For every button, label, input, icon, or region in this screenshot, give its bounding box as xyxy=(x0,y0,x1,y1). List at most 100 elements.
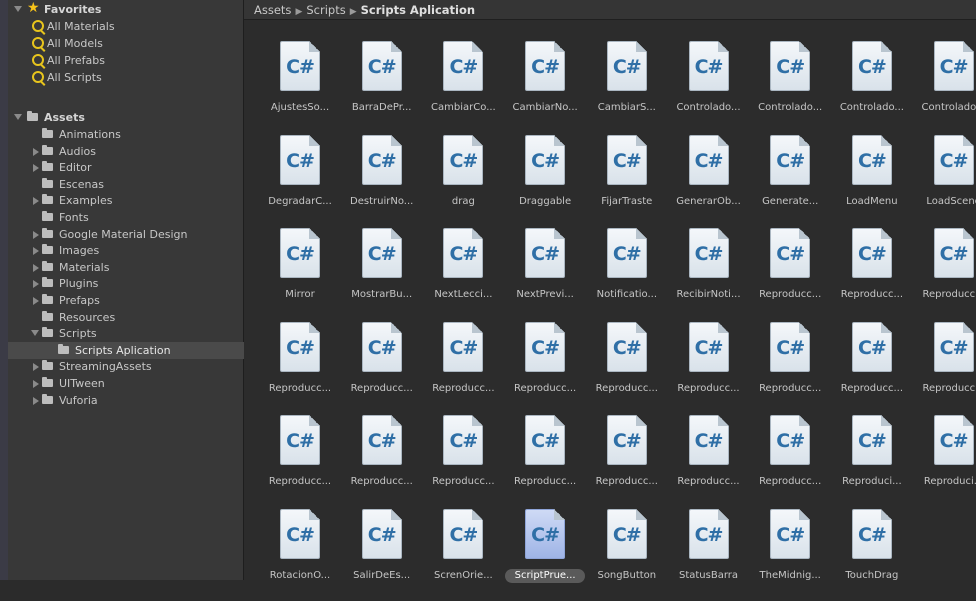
asset-item[interactable]: C# Reproducc... xyxy=(913,321,976,414)
asset-item[interactable]: C# Reproducc... xyxy=(586,321,668,414)
asset-item[interactable]: C# Reproduci... xyxy=(913,415,976,507)
breadcrumb-item-assets[interactable]: Assets xyxy=(254,3,291,17)
asset-item[interactable]: C# Reproducc... xyxy=(422,321,504,414)
asset-item[interactable]: C# TouchDrag xyxy=(831,508,913,601)
asset-item[interactable]: C# AjustesSo... xyxy=(259,41,341,133)
asset-item[interactable]: C# DestruirNo... xyxy=(341,134,423,227)
asset-item[interactable]: C# Reproducc... xyxy=(341,321,423,414)
asset-item[interactable]: C# CambiarNo... xyxy=(504,41,586,133)
asset-item[interactable]: C# Reproducc... xyxy=(504,415,586,507)
breadcrumb-item-scripts[interactable]: Scripts xyxy=(306,3,345,17)
expand-arrow-icon[interactable] xyxy=(14,114,22,120)
asset-item[interactable]: C# Reproducc... xyxy=(259,321,341,414)
folder-item[interactable]: Vuforia xyxy=(8,392,244,409)
csharp-glyph: C# xyxy=(286,430,315,452)
asset-item[interactable]: C# Generate... xyxy=(749,134,831,227)
folder-item[interactable]: Fonts xyxy=(8,209,244,226)
asset-item[interactable]: C# Controlado... xyxy=(668,41,750,133)
collapse-arrow-icon[interactable] xyxy=(33,363,39,372)
asset-item[interactable]: C# Controlado... xyxy=(913,41,976,133)
asset-item[interactable]: C# Reproducc... xyxy=(668,415,750,507)
favorite-item[interactable]: All Materials xyxy=(8,18,244,35)
collapse-arrow-icon[interactable] xyxy=(33,380,39,388)
asset-item[interactable]: C# DegradarC... xyxy=(259,134,341,227)
asset-item[interactable]: C# FijarTraste xyxy=(586,134,668,227)
asset-item[interactable]: C# SalirDeEs... xyxy=(341,508,423,601)
asset-item[interactable]: C# Reproducc... xyxy=(341,415,423,507)
csharp-glyph: C# xyxy=(857,430,887,452)
asset-item[interactable]: C# Mirror xyxy=(259,228,341,320)
asset-item[interactable]: C# Reproduci... xyxy=(831,415,913,507)
asset-item[interactable]: C# Notificatio... xyxy=(586,228,668,320)
folder-item[interactable]: Materials xyxy=(8,259,244,276)
asset-item[interactable]: C# Controlado... xyxy=(831,41,913,133)
collapse-arrow-icon[interactable] xyxy=(33,280,39,289)
folder-item[interactable]: Resources xyxy=(8,309,244,326)
folder-item[interactable]: Prefaps xyxy=(8,292,244,309)
favorites-header[interactable]: ★ Favorites xyxy=(8,0,244,18)
favorite-item[interactable]: All Scripts xyxy=(8,69,244,86)
folder-item[interactable]: Audios xyxy=(8,143,244,160)
csharp-glyph: C# xyxy=(939,430,969,452)
collapse-arrow-icon[interactable] xyxy=(33,197,39,206)
folder-item[interactable]: Google Material Design xyxy=(8,226,244,243)
csharp-script-icon: C# xyxy=(280,134,320,185)
folder-item[interactable]: Plugins xyxy=(8,275,244,292)
asset-item[interactable]: C# TheMidnig... xyxy=(749,508,831,601)
asset-item[interactable]: C# Reproducc... xyxy=(422,415,504,507)
folder-item[interactable]: StreamingAssets xyxy=(8,358,244,375)
asset-item[interactable]: C# StatusBarra xyxy=(668,508,750,601)
collapse-arrow-icon[interactable] xyxy=(33,164,39,173)
asset-item[interactable]: C# Reproducc... xyxy=(586,415,668,507)
assets-header[interactable]: Assets xyxy=(8,109,244,126)
asset-item[interactable]: C# GenerarOb... xyxy=(668,134,750,227)
asset-item[interactable]: C# LoadScene xyxy=(913,134,976,227)
asset-item[interactable]: C# Reproducc... xyxy=(504,321,586,414)
asset-item[interactable]: C# ScriptPrue... xyxy=(504,508,586,601)
collapse-arrow-icon[interactable] xyxy=(33,263,39,272)
breadcrumb-current[interactable]: Scripts Aplication xyxy=(361,3,475,17)
asset-item[interactable]: C# NextLecci... xyxy=(422,228,504,320)
breadcrumb-separator-icon: ▶ xyxy=(295,7,303,17)
asset-item[interactable]: C# Reproducc... xyxy=(259,415,341,507)
asset-item[interactable]: C# RotacionO... xyxy=(259,508,341,601)
folder-item[interactable]: Editor xyxy=(8,159,244,176)
folder-item[interactable]: Scripts xyxy=(8,325,244,342)
folder-item[interactable]: Escenas xyxy=(8,176,244,193)
asset-item[interactable]: C# Reproducc... xyxy=(831,228,913,320)
asset-item[interactable]: C# NextPrevi... xyxy=(504,228,586,320)
collapse-arrow-icon[interactable] xyxy=(33,297,39,305)
expand-arrow-icon[interactable] xyxy=(31,330,39,337)
expand-arrow-icon[interactable] xyxy=(14,6,22,12)
favorite-item[interactable]: All Prefabs xyxy=(8,52,244,69)
asset-item[interactable]: C# LoadMenu xyxy=(831,134,913,227)
asset-item[interactable]: C# Reproducc... xyxy=(749,321,831,414)
asset-item[interactable]: C# SongButton xyxy=(586,508,668,601)
asset-item[interactable]: C# RecibirNoti... xyxy=(668,228,750,320)
asset-item[interactable]: C# BarraDePr... xyxy=(341,41,423,133)
asset-label: Reproducc... xyxy=(840,289,903,300)
csharp-glyph: C# xyxy=(776,56,805,78)
collapse-arrow-icon[interactable] xyxy=(33,230,39,239)
asset-item[interactable]: C# Controlado... xyxy=(749,41,831,133)
folder-item[interactable]: Images xyxy=(8,242,244,259)
asset-item[interactable]: C# Draggable xyxy=(504,134,586,227)
folder-item[interactable]: UITween xyxy=(8,375,244,392)
asset-item[interactable]: C# Reproducc... xyxy=(668,321,750,414)
asset-item[interactable]: C# ScrenOrie... xyxy=(422,508,504,601)
asset-item[interactable]: C# MostrarBu... xyxy=(341,228,423,320)
asset-item[interactable]: C# CambiarCo... xyxy=(422,41,504,133)
asset-item[interactable]: C# Reproducc... xyxy=(749,415,831,507)
asset-item[interactable]: C# Reproducc... xyxy=(831,321,913,414)
collapse-arrow-icon[interactable] xyxy=(33,247,39,256)
folder-item[interactable]: Examples xyxy=(8,192,244,209)
asset-item[interactable]: C# Reproducc... xyxy=(749,228,831,320)
collapse-arrow-icon[interactable] xyxy=(33,147,39,156)
collapse-arrow-icon[interactable] xyxy=(33,396,39,405)
folder-item[interactable]: Animations xyxy=(8,126,244,143)
favorite-item[interactable]: All Models xyxy=(8,35,244,52)
asset-item[interactable]: C# Reproducc... xyxy=(913,228,976,320)
folder-item[interactable]: Scripts Aplication xyxy=(8,341,244,359)
asset-item[interactable]: C# drag xyxy=(422,134,504,227)
asset-item[interactable]: C# CambiarS... xyxy=(586,41,668,133)
